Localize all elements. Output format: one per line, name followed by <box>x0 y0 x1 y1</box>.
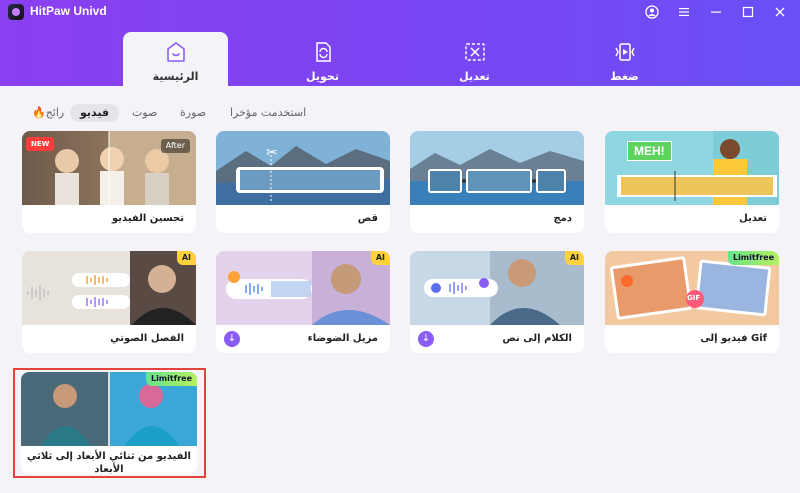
filter-trending[interactable]: 🔥رائج <box>32 104 64 122</box>
new-badge: NEW <box>26 137 55 151</box>
tab-convert[interactable]: تحويل <box>270 32 375 86</box>
ai-badge: AI <box>564 251 584 265</box>
card-noise-remover[interactable]: AI ↓ مزيل الضوضاء <box>216 251 390 353</box>
close-button[interactable] <box>770 2 790 22</box>
minimize-button[interactable] <box>706 2 726 22</box>
speech-thumbnail <box>410 251 584 325</box>
card-edit[interactable]: MEH! تعديل <box>605 131 779 233</box>
card-gif-label: فيديو إلى Gif <box>700 333 767 344</box>
tab-home[interactable]: الرئيسية <box>123 32 228 86</box>
card-video-to-gif[interactable]: GIF Limitfree فيديو إلى Gif <box>605 251 779 353</box>
card-merge[interactable]: دمج <box>410 131 584 233</box>
svg-text:✂: ✂ <box>266 145 278 161</box>
limitfree-badge: Limitfree <box>727 251 779 265</box>
card-vocal-separation[interactable]: AI الفصل الصوتي <box>22 251 196 353</box>
gif-label: GIF <box>687 294 701 302</box>
tab-convert-label: تحويل <box>306 70 339 83</box>
ai-badge: AI <box>176 251 196 265</box>
filter-image[interactable]: صورة <box>180 104 206 122</box>
tab-edit[interactable]: تعديل <box>422 32 527 86</box>
fire-icon: 🔥 <box>32 106 46 119</box>
card-merge-label: دمج <box>553 213 572 224</box>
cut-thumbnail: ✂ <box>216 131 390 205</box>
filter-audio[interactable]: صوت <box>132 104 157 122</box>
filter-recent[interactable]: استخدمت مؤخرا <box>230 104 306 122</box>
tab-compress[interactable]: ضغط <box>572 32 677 86</box>
filter-trending-label: رائج <box>45 106 65 119</box>
download-icon[interactable]: ↓ <box>224 331 240 347</box>
ai-badge: AI <box>370 251 390 265</box>
app-header: HitPaw Univd الرئيسية تحويل تعديل ضغط <box>0 0 800 86</box>
card-enhance-video[interactable]: NEW After تحسين الفيديو <box>22 131 196 233</box>
after-badge: After <box>160 139 190 153</box>
card-vocal-label: الفصل الصوتي <box>110 333 184 344</box>
card-cut[interactable]: ✂ قص <box>216 131 390 233</box>
home-icon <box>167 42 185 62</box>
denoise-thumbnail <box>216 251 390 325</box>
app-logo-icon <box>8 4 24 20</box>
vocal-thumbnail <box>22 251 196 325</box>
filter-video[interactable]: فيديو <box>70 104 120 122</box>
card-speech-label: الكلام إلى نص <box>502 333 572 344</box>
tab-edit-label: تعديل <box>459 70 490 83</box>
merge-thumbnail <box>410 131 584 205</box>
menu-icon[interactable] <box>674 2 694 22</box>
compress-icon <box>615 43 635 61</box>
download-icon[interactable]: ↓ <box>418 331 434 347</box>
meh-sticker: MEH! <box>627 141 672 161</box>
card-2d-to-3d[interactable]: Limitfree الفيديو من ثنائي الأبعاد إلى ث… <box>21 372 197 474</box>
card-speech-to-text[interactable]: AI ↓ الكلام إلى نص <box>410 251 584 353</box>
limitfree-badge: Limitfree <box>145 372 197 386</box>
tab-home-label: الرئيسية <box>152 70 199 83</box>
edit-icon <box>465 43 485 61</box>
tab-compress-label: ضغط <box>610 70 639 83</box>
card-denoise-label: مزيل الضوضاء <box>307 333 378 344</box>
convert-icon <box>316 42 331 62</box>
maximize-button[interactable] <box>738 2 758 22</box>
card-cut-label: قص <box>357 213 378 224</box>
card-edit-label: تعديل <box>739 213 767 224</box>
title-bar: HitPaw Univd <box>0 0 800 24</box>
card-to3d-label: الفيديو من ثنائي الأبعاد إلى ثلاثي الأبع… <box>26 451 191 474</box>
card-enhance-label: تحسين الفيديو <box>112 213 184 224</box>
account-icon[interactable] <box>642 2 662 22</box>
app-title: HitPaw Univd <box>30 4 107 18</box>
